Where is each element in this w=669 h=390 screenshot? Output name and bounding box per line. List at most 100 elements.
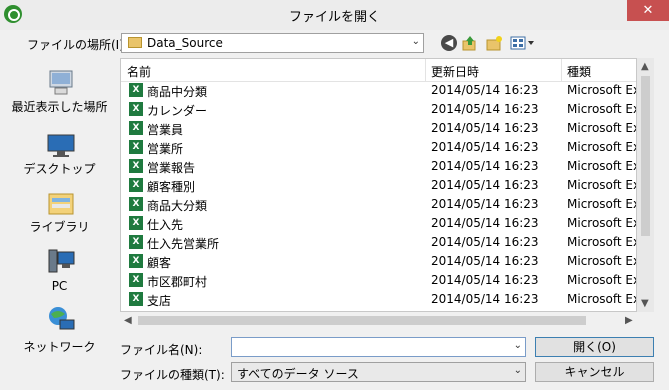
- file-type: Microsoft Ex: [567, 140, 637, 154]
- place-library[interactable]: ライブラリ: [0, 186, 119, 236]
- file-name: 営業所: [147, 142, 184, 156]
- file-name: 商品中分類: [147, 85, 208, 99]
- file-row[interactable]: X 仕入先営業所 2014/05/14 16:23 Microsoft Ex: [121, 233, 636, 252]
- file-name: 顧客種別: [147, 180, 196, 194]
- excel-file-icon: X: [129, 235, 143, 249]
- location-combo[interactable]: Data_Source ⌄: [121, 33, 424, 53]
- scroll-up-icon[interactable]: ▲: [641, 61, 649, 72]
- file-type: Microsoft Ex: [567, 102, 637, 116]
- file-row[interactable]: X 営業所 2014/05/14 16:23 Microsoft Ex: [121, 138, 636, 157]
- excel-file-icon: X: [129, 254, 143, 268]
- file-date: 2014/05/14 16:23: [431, 292, 539, 306]
- file-date: 2014/05/14 16:23: [431, 178, 539, 192]
- file-type: Microsoft Ex: [567, 235, 637, 249]
- column-header-type[interactable]: 種類: [567, 63, 591, 80]
- filename-input[interactable]: ⌄: [231, 337, 526, 357]
- place-recent[interactable]: 最近表示した場所: [0, 66, 119, 116]
- file-row[interactable]: X 商品大分類 2014/05/14 16:23 Microsoft Ex: [121, 195, 636, 214]
- list-header: 名前 更新日時 種類: [121, 59, 636, 82]
- chevron-down-icon[interactable]: ⌄: [514, 340, 522, 351]
- place-label: ライブラリ: [29, 220, 90, 234]
- file-row[interactable]: X 市区郡町村 2014/05/14 16:23 Microsoft Ex: [121, 271, 636, 290]
- excel-file-icon: X: [129, 292, 143, 306]
- file-name: 仕入先営業所: [147, 237, 220, 251]
- file-type: Microsoft Ex: [567, 273, 637, 287]
- horizontal-scroll-thumb[interactable]: [138, 316, 586, 325]
- chevron-down-icon[interactable]: ⌄: [412, 36, 420, 47]
- file-date: 2014/05/14 16:23: [431, 121, 539, 135]
- place-label: 最近表示した場所: [11, 100, 108, 114]
- network-icon: [49, 307, 75, 330]
- location-value: Data_Source: [147, 36, 223, 50]
- new-folder-button[interactable]: [486, 35, 502, 51]
- file-name: 顧客: [147, 256, 172, 270]
- file-date: 2014/05/14 16:23: [431, 140, 539, 154]
- file-type: Microsoft Ex: [567, 216, 637, 230]
- file-row[interactable]: X 営業報告 2014/05/14 16:23 Microsoft Ex: [121, 157, 636, 176]
- vertical-scroll-thumb[interactable]: [641, 76, 650, 236]
- up-folder-button[interactable]: [462, 35, 478, 51]
- filetype-value: すべてのデータ ソース: [237, 367, 359, 381]
- recent-places-icon: [49, 70, 73, 95]
- file-row[interactable]: X 仕入先 2014/05/14 16:23 Microsoft Ex: [121, 214, 636, 233]
- view-menu-button[interactable]: [510, 35, 536, 51]
- excel-file-icon: X: [129, 83, 143, 97]
- file-type: Microsoft Ex: [567, 197, 637, 211]
- place-network[interactable]: ネットワーク: [0, 304, 119, 354]
- scroll-right-icon[interactable]: ▶: [625, 315, 633, 326]
- column-divider[interactable]: [561, 59, 562, 81]
- column-header-name[interactable]: 名前: [127, 63, 151, 80]
- file-date: 2014/05/14 16:23: [431, 216, 539, 230]
- column-header-date[interactable]: 更新日時: [431, 63, 479, 80]
- window-title: ファイルを開く: [288, 10, 380, 25]
- place-pc[interactable]: PC: [0, 246, 119, 296]
- cancel-button[interactable]: キャンセル: [535, 362, 654, 382]
- open-button[interactable]: 開く(O): [535, 337, 654, 357]
- close-button[interactable]: ✕: [627, 0, 669, 21]
- horizontal-scrollbar[interactable]: ◀ ▶: [120, 312, 637, 329]
- right-edge: [655, 58, 669, 358]
- file-row[interactable]: X 顧客種別 2014/05/14 16:23 Microsoft Ex: [121, 176, 636, 195]
- excel-file-icon: X: [129, 159, 143, 173]
- view-menu-icon: [510, 36, 534, 50]
- chevron-down-icon[interactable]: ⌄: [514, 365, 522, 376]
- desktop-icon: [47, 134, 75, 157]
- file-row[interactable]: X 顧客 2014/05/14 16:23 Microsoft Ex: [121, 252, 636, 271]
- file-row[interactable]: X 営業員 2014/05/14 16:23 Microsoft Ex: [121, 119, 636, 138]
- file-list[interactable]: 名前 更新日時 種類 X 商品中分類 2014/05/14 16:23 Microso…: [120, 58, 637, 312]
- file-name: 営業報告: [147, 161, 196, 175]
- excel-file-icon: X: [129, 197, 143, 211]
- file-type: Microsoft Ex: [567, 159, 637, 173]
- pc-icon: [48, 249, 75, 273]
- file-date: 2014/05/14 16:23: [431, 102, 539, 116]
- place-label: PC: [51, 279, 68, 293]
- place-desktop[interactable]: デスクトップ: [0, 128, 119, 178]
- file-name: カレンダー: [147, 104, 208, 118]
- location-label: ファイルの場所(I):: [27, 38, 128, 52]
- file-date: 2014/05/14 16:23: [431, 254, 539, 268]
- excel-file-icon: X: [129, 216, 143, 230]
- column-divider[interactable]: [425, 59, 426, 81]
- file-row[interactable]: X 商品中分類 2014/05/14 16:23 Microsoft Ex: [121, 81, 636, 100]
- file-type: Microsoft Ex: [567, 292, 637, 306]
- file-name: 営業員: [147, 123, 184, 137]
- filename-label: ファイル名(N):: [120, 343, 203, 357]
- file-row[interactable]: X 支店 2014/05/14 16:23 Microsoft Ex: [121, 290, 636, 309]
- filetype-label: ファイルの種類(T):: [120, 368, 225, 382]
- file-date: 2014/05/14 16:23: [431, 159, 539, 173]
- vertical-scrollbar[interactable]: ▲ ▼: [637, 58, 654, 312]
- excel-file-icon: X: [129, 178, 143, 192]
- place-label: ネットワーク: [23, 340, 96, 354]
- back-button[interactable]: ◀: [441, 35, 457, 51]
- library-icon: [48, 193, 74, 215]
- file-date: 2014/05/14 16:23: [431, 83, 539, 97]
- file-name: 商品大分類: [147, 199, 208, 213]
- file-row[interactable]: X カレンダー 2014/05/14 16:23 Microsoft Ex: [121, 100, 636, 119]
- filetype-select[interactable]: すべてのデータ ソース ⌄: [231, 362, 526, 382]
- file-type: Microsoft Ex: [567, 178, 637, 192]
- file-date: 2014/05/14 16:23: [431, 235, 539, 249]
- excel-file-icon: X: [129, 121, 143, 135]
- scroll-down-icon[interactable]: ▼: [641, 298, 649, 309]
- scroll-left-icon[interactable]: ◀: [124, 315, 132, 326]
- up-folder-icon: [462, 36, 476, 51]
